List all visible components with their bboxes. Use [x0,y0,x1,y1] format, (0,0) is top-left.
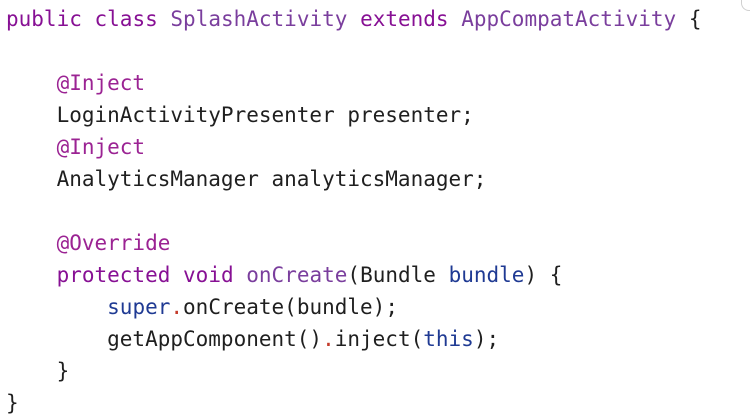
code-token-type: SplashActivity [170,7,348,31]
code-token-annotation: @Override [56,231,171,255]
code-editor[interactable]: public class SplashActivity extends AppC… [0,0,750,418]
code-token-dot: . [170,295,184,319]
code-line: } [6,387,19,419]
code-line: protected void onCreate(Bundle bundle) { [6,259,563,291]
code-token-keyword: protected [56,263,171,287]
code-line: LoginActivityPresenter presenter; [6,99,474,131]
code-token-parameter: bundle [448,263,525,287]
code-token-keyword: void [183,263,234,287]
code-line: getAppComponent().inject(this); [6,323,499,355]
code-token-plain: AnalyticsManager analyticsManager; [6,167,487,191]
code-token-plain: (Bundle [347,263,449,287]
code-line: @Inject [6,67,146,99]
code-token-plain: LoginActivityPresenter presenter; [6,103,474,127]
code-token-annotation: @Inject [56,135,146,159]
code-token-plain: inject( [334,327,424,351]
code-token-parameter: this [423,327,474,351]
code-line: public class SplashActivity extends AppC… [6,3,701,35]
code-token-annotation: @Inject [56,71,146,95]
code-line: @Inject [6,131,146,163]
code-token-plain: onCreate(bundle); [183,295,398,319]
code-token-plain: getAppComponent() [6,327,323,351]
code-line: @Override [6,227,171,259]
code-token-keyword: class [94,7,158,31]
code-token-plain: } [6,391,19,415]
code-token-dot: . [322,327,335,351]
code-token-plain: ) { [524,263,563,287]
code-token-type: AppCompatActivity [461,7,677,31]
code-token-plain: ); [473,327,500,351]
code-line: } [6,355,70,387]
code-line: super.onCreate(bundle); [6,291,398,323]
code-line: AnalyticsManager analyticsManager; [6,163,487,195]
code-token-parameter: super [107,295,171,319]
code-token-keyword: extends [360,7,449,31]
code-token-method: onCreate [246,263,348,287]
code-token-keyword: public [6,7,82,31]
code-token-plain: } [6,359,70,383]
code-token-plain: { [676,7,702,31]
window-corner-border [741,0,750,11]
